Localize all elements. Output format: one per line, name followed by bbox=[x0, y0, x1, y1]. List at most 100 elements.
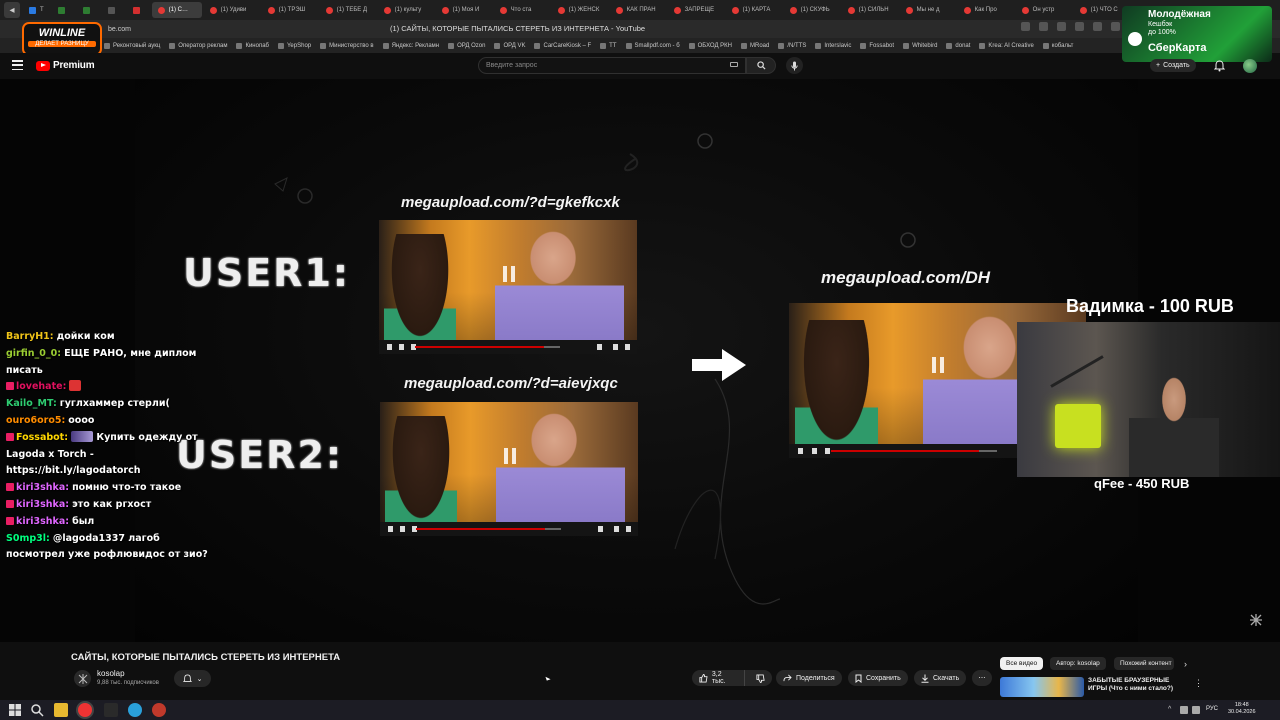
hamburger-menu-icon[interactable] bbox=[12, 60, 23, 70]
browser-tab[interactable]: (1) ТРЭШ bbox=[262, 2, 318, 18]
app-icon[interactable] bbox=[152, 703, 166, 717]
obs-icon[interactable] bbox=[104, 703, 118, 717]
chip-similar[interactable]: Похожий контент bbox=[1114, 657, 1174, 670]
create-button[interactable]: + Создать bbox=[1150, 59, 1196, 72]
browser-tab[interactable]: Т bbox=[23, 2, 50, 18]
search-input[interactable]: Введите запрос bbox=[478, 57, 746, 74]
bookmark-item[interactable]: ОБХОД РКН bbox=[688, 42, 732, 49]
chat-message: kiri3shka: был bbox=[6, 514, 221, 531]
search-icon[interactable] bbox=[30, 703, 44, 717]
clock[interactable]: 18:48 30.04.2026 bbox=[1228, 702, 1256, 716]
bookmark-item[interactable]: CarCareKiosk – F bbox=[534, 42, 591, 49]
tab-favicon-icon bbox=[847, 6, 855, 14]
bookmark-favicon-icon bbox=[494, 42, 501, 49]
browser-tab[interactable] bbox=[127, 2, 150, 18]
chevron-up-icon[interactable]: ^ bbox=[1168, 706, 1176, 714]
youtube-logo[interactable]: Premium bbox=[36, 60, 95, 71]
extension-icon[interactable] bbox=[1075, 22, 1084, 31]
winline-ad[interactable]: WINLINE ДЕЛАЕТ РАЗНИЦУ bbox=[22, 22, 102, 56]
extension-icon[interactable] bbox=[1057, 22, 1066, 31]
subscription-bell-button[interactable]: ⌄ bbox=[174, 670, 211, 687]
bookmark-favicon-icon bbox=[600, 42, 607, 49]
browser-tab[interactable]: (1) СКУФЬ bbox=[784, 2, 840, 18]
browser-menu-icon[interactable]: ◂ bbox=[4, 2, 20, 18]
browser-tab[interactable]: (1) Моя И bbox=[436, 2, 492, 18]
browser-tab[interactable]: (1) ТЕБЕ Д bbox=[320, 2, 376, 18]
bookmark-item[interactable]: /N/TTS bbox=[778, 42, 806, 49]
file-explorer-icon[interactable] bbox=[54, 703, 68, 717]
bookmark-item[interactable]: Яндекс: Рекламн bbox=[382, 42, 439, 49]
bookmark-item[interactable]: Fossabot bbox=[860, 42, 894, 49]
channel-name[interactable]: kosolap bbox=[97, 669, 125, 678]
bookmark-label: кобальт bbox=[1051, 42, 1074, 49]
bookmark-item[interactable]: TT bbox=[600, 42, 617, 49]
bookmark-item[interactable]: Реконтовый аукц bbox=[104, 42, 160, 49]
extension-icon[interactable] bbox=[1111, 22, 1120, 31]
browser-tab[interactable]: КАК ПРАН bbox=[610, 2, 666, 18]
search-button[interactable] bbox=[746, 57, 776, 74]
bookmark-item[interactable]: Кинопаб bbox=[236, 42, 269, 49]
bookmark-item[interactable]: Whitebird bbox=[903, 42, 937, 49]
more-actions-button[interactable]: ⋯ bbox=[972, 670, 992, 686]
like-button[interactable]: 3,2 тыс. bbox=[692, 670, 745, 686]
bookmark-star-icon[interactable] bbox=[1021, 22, 1030, 31]
bookmark-item[interactable]: Krea: AI Creative bbox=[979, 42, 1034, 49]
telegram-icon[interactable] bbox=[128, 703, 142, 717]
yandex-browser-icon[interactable] bbox=[78, 703, 92, 717]
bookmark-item[interactable]: ОРД VK bbox=[494, 42, 525, 49]
bookmark-item[interactable]: ОРД Ozon bbox=[448, 42, 485, 49]
voice-search-button[interactable] bbox=[786, 57, 803, 74]
language-indicator[interactable]: РУС bbox=[1206, 706, 1218, 712]
address-url[interactable]: be.com bbox=[108, 26, 308, 33]
browser-tab[interactable]: (1) Удиви bbox=[204, 2, 260, 18]
browser-tab[interactable]: (1) СИЛЬН bbox=[842, 2, 898, 18]
share-button[interactable]: Поделиться bbox=[776, 670, 842, 686]
chevron-right-icon[interactable]: › bbox=[1184, 659, 1187, 669]
channel-avatar[interactable] bbox=[74, 670, 91, 687]
fullscreen-corner-icon[interactable] bbox=[1250, 614, 1262, 626]
browser-tab[interactable]: (1) ЖЕНСК bbox=[552, 2, 608, 18]
thumbs-up-icon bbox=[699, 673, 708, 683]
browser-tab[interactable]: Он устр bbox=[1016, 2, 1072, 18]
bookmark-favicon-icon bbox=[1042, 42, 1049, 49]
network-icon[interactable] bbox=[1180, 706, 1188, 714]
sber-ad[interactable]: Молодёжная Кешбэк до 100% СберКарта bbox=[1122, 6, 1272, 62]
dislike-button[interactable] bbox=[749, 673, 772, 683]
extension-icon[interactable] bbox=[1039, 22, 1048, 31]
browser-tab[interactable]: (1) КАРТА bbox=[726, 2, 782, 18]
browser-tab[interactable] bbox=[52, 2, 75, 18]
bookmark-item[interactable]: Interslavic bbox=[815, 42, 851, 49]
notifications-bell-icon[interactable] bbox=[1214, 60, 1225, 72]
download-button[interactable]: Скачать bbox=[914, 670, 967, 686]
bookmark-item[interactable]: donat bbox=[946, 42, 970, 49]
save-button[interactable]: Сохранить bbox=[848, 670, 908, 686]
account-avatar[interactable] bbox=[1243, 59, 1257, 73]
bookmark-item[interactable]: MRoad bbox=[741, 42, 769, 49]
bookmark-item[interactable]: кобальт bbox=[1042, 42, 1074, 49]
browser-tab[interactable]: ЗАПРЕЩЕ bbox=[668, 2, 724, 18]
browser-tab[interactable]: Как Про bbox=[958, 2, 1014, 18]
recommended-video-title[interactable]: ЗАБЫТЫЕ БРАУЗЕРНЫЕ ИГРЫ (Что с ними стал… bbox=[1088, 677, 1188, 693]
embedded-clip-1 bbox=[379, 220, 637, 354]
chat-badge-icon bbox=[6, 483, 14, 492]
browser-tab[interactable] bbox=[77, 2, 100, 18]
chip-author[interactable]: Автор: kosolap bbox=[1050, 657, 1106, 670]
browser-tab[interactable]: (1) С… bbox=[151, 2, 202, 18]
bookmark-item[interactable]: YepShop bbox=[277, 42, 311, 49]
save-label: Сохранить bbox=[866, 674, 901, 682]
chip-all-videos[interactable]: Все видео bbox=[1000, 657, 1044, 670]
recommended-video-thumbnail[interactable] bbox=[1000, 677, 1084, 697]
browser-tab[interactable]: (1) культу bbox=[378, 2, 434, 18]
browser-tab[interactable]: Мы не д bbox=[900, 2, 956, 18]
video-player[interactable]: USER1: USER2: megaupload.com/?d=gkefkcxk… bbox=[0, 79, 1280, 642]
browser-tab[interactable]: Что ста bbox=[494, 2, 550, 18]
windows-start-icon[interactable] bbox=[8, 703, 22, 717]
bookmark-item[interactable]: Smallpdf.com - б bbox=[625, 42, 680, 49]
bookmark-item[interactable]: Оператор реклам bbox=[169, 42, 227, 49]
more-vertical-icon[interactable]: ⋮ bbox=[1194, 678, 1203, 689]
volume-icon[interactable] bbox=[1192, 706, 1200, 714]
extension-icon[interactable] bbox=[1093, 22, 1102, 31]
browser-tab[interactable] bbox=[102, 2, 125, 18]
keyboard-icon[interactable] bbox=[730, 62, 738, 67]
bookmark-item[interactable]: Министерство в bbox=[320, 42, 374, 49]
